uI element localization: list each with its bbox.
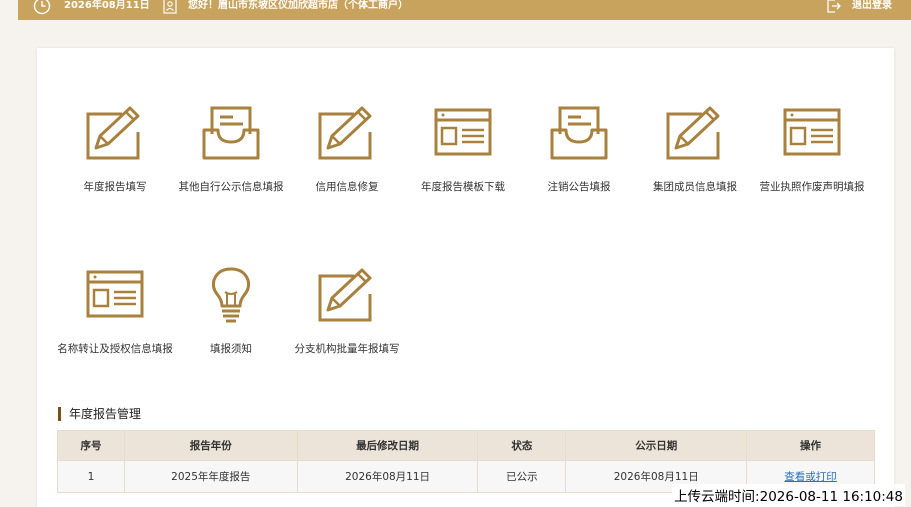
col-header: 序号 [57, 430, 125, 461]
section-title: 年度报告管理 [58, 407, 141, 421]
col-header: 操作 [746, 430, 875, 461]
col-header: 报告年份 [123, 430, 298, 461]
pencil-board-icon [86, 106, 140, 160]
upload-timestamp: 上传云端时间:2026-08-11 16:10:48 [672, 484, 905, 506]
current-date: 2026年08月11日 [64, 0, 150, 11]
tile-label: 其他自行公示信息填报 [178, 181, 284, 193]
tile-label: 信用信息修复 [315, 181, 379, 193]
tile-filing-notice[interactable]: 填报须知 [173, 266, 289, 357]
clock-icon [33, 0, 51, 15]
tile-label: 营业执照作废声明填报 [759, 181, 865, 193]
top-bar: 2026年08月11日 您好！眉山市东坡区仪加欣超市店（个体工商户） 退出登录 [18, 0, 911, 20]
tile-label: 注销公告填报 [547, 181, 611, 193]
pencil-board-icon [318, 268, 372, 322]
tile-name-transfer[interactable]: 名称转让及授权信息填报 [57, 266, 173, 357]
tile-label: 分支机构批量年报填写 [294, 343, 400, 355]
cell-report-year: 2025年年度报告 [123, 460, 298, 493]
col-header: 状态 [477, 430, 567, 461]
pencil-board-icon [318, 106, 372, 160]
tile-label: 年度报告模板下载 [421, 181, 505, 193]
tile-other-disclosure[interactable]: 其他自行公示信息填报 [173, 104, 289, 195]
browser-window-icon [86, 270, 144, 318]
browser-window-icon [783, 108, 841, 156]
cell-modified-date: 2026年08月11日 [296, 460, 479, 493]
browser-window-icon [434, 108, 492, 156]
cell-index: 1 [57, 460, 125, 493]
user-greeting: 您好！眉山市东坡区仪加欣超市店（个体工商户） [188, 0, 408, 11]
col-header: 公示日期 [565, 430, 748, 461]
tile-label: 填报须知 [210, 343, 252, 355]
inbox-tray-icon [550, 106, 608, 160]
tile-credit-repair[interactable]: 信用信息修复 [289, 104, 405, 195]
col-header: 最后修改日期 [296, 430, 479, 461]
tile-template-download[interactable]: 年度报告模板下载 [405, 104, 521, 195]
view-print-link[interactable]: 查看或打印 [784, 471, 837, 483]
tile-label: 名称转让及授权信息填报 [57, 343, 173, 355]
logout-button[interactable]: 退出登录 [852, 0, 892, 12]
tile-annual-report-fill[interactable]: 年度报告填写 [57, 104, 173, 195]
tile-license-void[interactable]: 营业执照作废声明填报 [753, 104, 871, 195]
table-header-row: 序号 报告年份 最后修改日期 状态 公示日期 操作 [57, 430, 875, 461]
inbox-tray-icon [202, 106, 260, 160]
cell-status: 已公示 [477, 460, 567, 493]
logout-icon[interactable] [826, 0, 842, 14]
tile-cancel-notice[interactable]: 注销公告填报 [521, 104, 637, 195]
tile-group-members[interactable]: 集团成员信息填报 [637, 104, 753, 195]
user-card-icon [163, 0, 177, 14]
tile-label: 年度报告填写 [83, 181, 147, 193]
pencil-board-icon [666, 106, 720, 160]
lightbulb-icon [211, 267, 251, 323]
tile-branch-batch[interactable]: 分支机构批量年报填写 [289, 266, 405, 357]
tile-label: 集团成员信息填报 [653, 181, 737, 193]
